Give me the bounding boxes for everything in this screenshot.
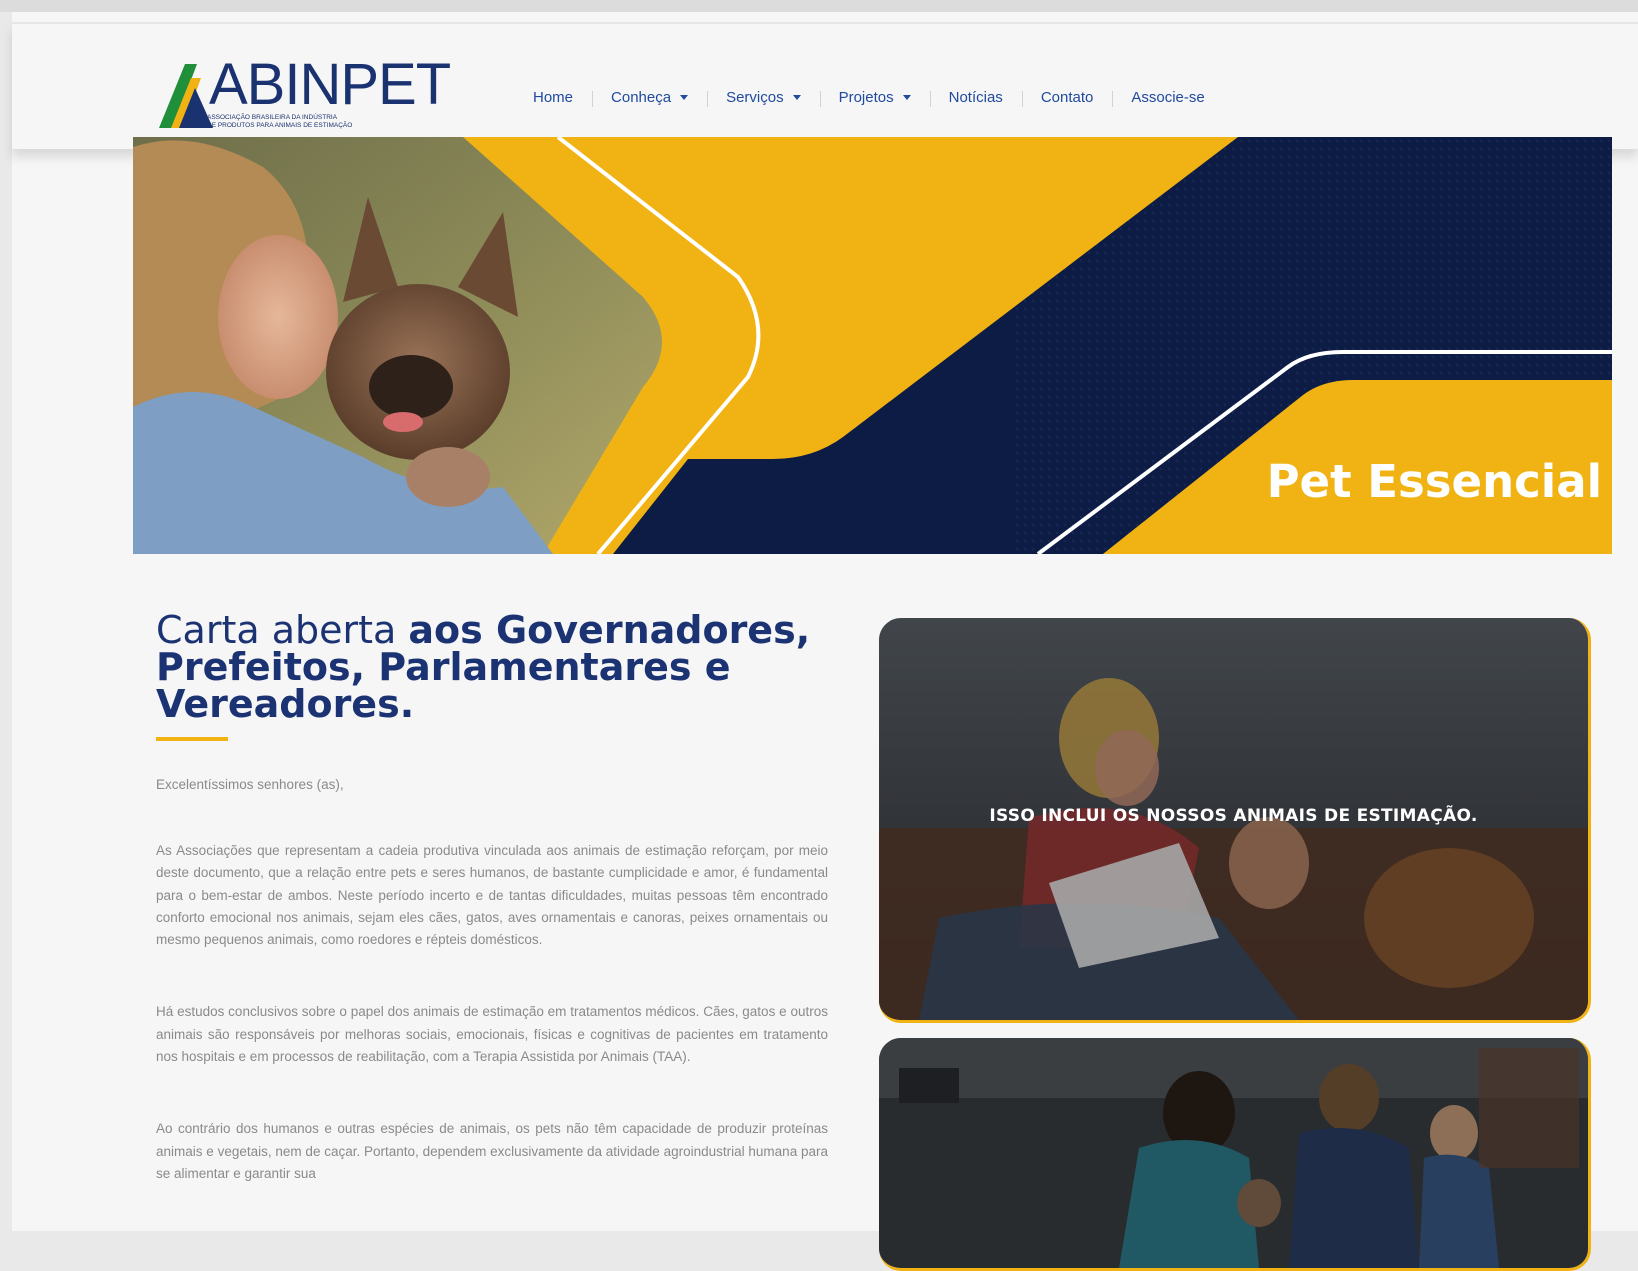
article-headline: Carta aberta aos Governadores, Prefeitos… bbox=[156, 611, 828, 723]
nav-item-label: Serviços bbox=[726, 88, 784, 106]
page: ABINPET ASSOCIAÇÃO BRASILEIRA DA INDÚSTR… bbox=[12, 12, 1638, 1271]
image-card[interactable] bbox=[879, 1038, 1591, 1271]
nav-item-projetos[interactable]: Projetos bbox=[819, 88, 930, 107]
banner-title: Pet Essencial bbox=[1266, 455, 1602, 508]
abinpet-logo[interactable]: ABINPET ASSOCIAÇÃO BRASILEIRA DA INDÚSTR… bbox=[157, 52, 451, 132]
logo-subtitle-line2: DE PRODUTOS PARA ANIMAIS DE ESTIMAÇÃO bbox=[207, 122, 353, 129]
logo-wordmark: ABINPET bbox=[209, 52, 451, 117]
logo-subtitle-line1: ASSOCIAÇÃO BRASILEIRA DA INDÚSTRIA bbox=[207, 114, 338, 121]
hero-banner[interactable]: Pet Essencial bbox=[133, 137, 1612, 554]
caret-down-icon bbox=[792, 94, 801, 100]
article-paragraph: As Associações que representam a cadeia … bbox=[156, 843, 828, 948]
article-greeting: Excelentíssimos senhores (as), bbox=[156, 777, 344, 792]
nav-item-conheca[interactable]: Conheça bbox=[592, 88, 707, 107]
site-header: ABINPET ASSOCIAÇÃO BRASILEIRA DA INDÚSTR… bbox=[12, 22, 1638, 149]
browser-top-strip bbox=[0, 0, 1638, 12]
article-paragraph: Ao contrário dos humanos e outras espéci… bbox=[156, 1121, 828, 1181]
card-caption: ISSO INCLUI OS NOSSOS ANIMAIS DE ESTIMAÇ… bbox=[989, 806, 1478, 826]
logo-subtitle: ASSOCIAÇÃO BRASILEIRA DA INDÚSTRIA DE PR… bbox=[207, 114, 407, 130]
headline-underline bbox=[156, 737, 228, 741]
image-card[interactable]: ISSO INCLUI OS NOSSOS ANIMAIS DE ESTIMAÇ… bbox=[879, 618, 1591, 1023]
nav-item-label: Contato bbox=[1040, 88, 1094, 106]
article-paragraph: Há estudos conclusivos sobre o papel dos… bbox=[156, 1004, 828, 1065]
nav-item-servicos[interactable]: Serviços bbox=[707, 88, 820, 107]
card-photo bbox=[879, 1038, 1588, 1268]
nav-item-label: Projetos bbox=[838, 88, 894, 106]
article: Carta aberta aos Governadores, Prefeitos… bbox=[156, 611, 828, 1199]
nav-item-noticias[interactable]: Notícias bbox=[929, 88, 1022, 107]
nav-item-home[interactable]: Home bbox=[514, 89, 592, 106]
caret-down-icon bbox=[680, 94, 689, 100]
nav-item-label: Associe-se bbox=[1131, 88, 1205, 106]
nav-item-label: Home bbox=[533, 88, 574, 106]
main-nav: Home Conheça Serviços Projetos Notícias … bbox=[514, 82, 1224, 112]
nav-item-contato[interactable]: Contato bbox=[1021, 88, 1113, 107]
nav-item-label: Notícias bbox=[948, 88, 1003, 106]
nav-item-label: Conheça bbox=[611, 88, 672, 106]
nav-item-associe-se[interactable]: Associe-se bbox=[1112, 88, 1223, 107]
caret-down-icon bbox=[902, 94, 911, 100]
